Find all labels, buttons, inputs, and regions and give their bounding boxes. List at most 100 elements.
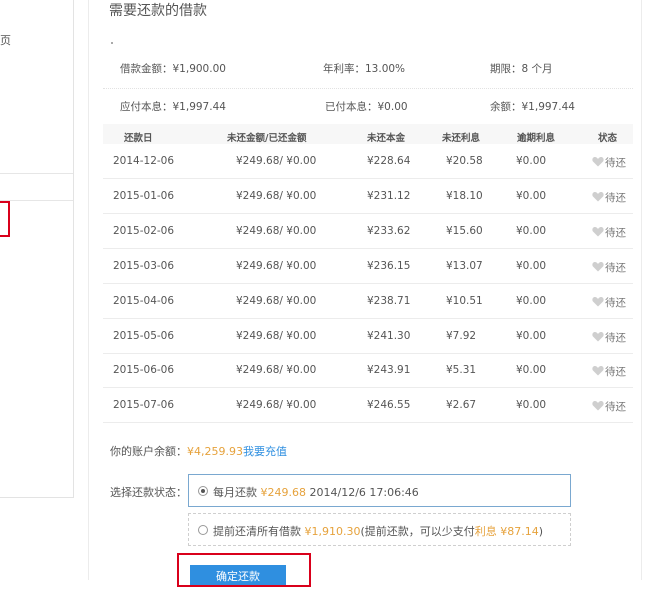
sidebar-divider bbox=[0, 200, 73, 201]
repayment-option-label: 选择还款状态： bbox=[110, 486, 187, 499]
table-cell: ¥231.12 bbox=[367, 189, 411, 202]
status-text: 待还 bbox=[605, 366, 626, 379]
table-cell: ¥249.68/ ¥0.00 bbox=[236, 329, 317, 342]
table-cell: ¥13.07 bbox=[446, 259, 483, 272]
early-repayment-radio[interactable] bbox=[198, 525, 208, 535]
table-cell: ¥0.00 bbox=[516, 189, 547, 202]
table-cell: ¥7.92 bbox=[446, 329, 477, 342]
status-cell: 待还 bbox=[592, 330, 626, 345]
sidebar-divider bbox=[0, 173, 73, 174]
table-cell: ¥10.51 bbox=[446, 294, 483, 307]
table-row: 2015-06-06 ¥249.68/ ¥0.00 ¥243.91 ¥5.31 ¥0.0… bbox=[103, 353, 633, 389]
status-text: 待还 bbox=[605, 157, 626, 169]
status-text: 待还 bbox=[605, 226, 626, 239]
table-cell: ¥0.00 bbox=[516, 155, 547, 167]
table-cell: ¥15.60 bbox=[446, 224, 483, 237]
table-row: 2015-01-06 ¥249.68/ ¥0.00 ¥231.12 ¥18.10 ¥0.… bbox=[103, 179, 633, 214]
table-cell: 2015-02-06 bbox=[113, 224, 175, 237]
table-cell: ¥246.55 bbox=[367, 399, 411, 412]
early-repayment-label: 提前还清所有借款 bbox=[213, 525, 301, 538]
monthly-repayment-label: 每月还款 bbox=[213, 486, 257, 499]
table-cell: ¥233.62 bbox=[367, 224, 411, 237]
table-row: 2015-04-06 ¥249.68/ ¥0.00 ¥238.71 ¥10.51 ¥0.… bbox=[103, 284, 633, 319]
heart-icon bbox=[592, 157, 604, 167]
table-cell: ¥249.68/ ¥0.00 bbox=[236, 259, 317, 272]
confirm-repayment-button[interactable]: 确定还款 bbox=[190, 565, 286, 585]
table-cell: ¥5.31 bbox=[446, 364, 477, 377]
table-cell: 2015-07-06 bbox=[113, 399, 175, 412]
heart-icon bbox=[592, 226, 604, 237]
column-header-unpaid-principal: 未还本金 bbox=[367, 133, 406, 144]
heart-icon bbox=[592, 366, 604, 376]
table-row: 2015-07-06 ¥249.68/ ¥0.00 ¥246.55 ¥2.67 ¥0.0… bbox=[103, 388, 633, 424]
table-cell: ¥18.10 bbox=[446, 189, 483, 202]
remaining-balance: 余额：¥1,997.44 bbox=[490, 101, 575, 113]
table-cell: ¥241.30 bbox=[367, 329, 411, 342]
table-row: 2015-02-06 ¥249.68/ ¥0.00 ¥233.62 ¥15.60 ¥0.… bbox=[103, 214, 633, 249]
sidebar-item-home[interactable]: 页 bbox=[0, 32, 11, 48]
column-header-due-date: 还款日 bbox=[124, 133, 153, 144]
table-cell: ¥0.00 bbox=[516, 294, 547, 307]
status-cell: 待还 bbox=[592, 155, 626, 170]
monthly-repayment-datetime: 2014/12/6 17:06:46 bbox=[309, 486, 419, 499]
annual-rate: 年利率：13.00% bbox=[323, 63, 406, 75]
status-text: 待还 bbox=[605, 296, 626, 309]
table-row: 2015-05-06 ¥249.68/ ¥0.00 ¥241.30 ¥7.92 ¥0.0… bbox=[103, 319, 633, 354]
monthly-repayment-text: 每月还款 ¥249.68 2014/12/6 17:06:46 bbox=[213, 484, 419, 500]
monthly-repayment-option[interactable]: 每月还款 ¥249.68 2014/12/6 17:06:46 bbox=[188, 474, 571, 507]
heart-icon bbox=[592, 331, 604, 341]
table-cell: 2015-06-06 bbox=[113, 364, 175, 377]
table-cell: ¥0.00 bbox=[516, 329, 547, 342]
status-cell: 待还 bbox=[592, 225, 626, 240]
status-cell: 待还 bbox=[592, 364, 626, 379]
table-cell: ¥243.91 bbox=[367, 364, 411, 377]
monthly-repayment-amount: ¥249.68 bbox=[260, 486, 307, 499]
table-cell: ¥2.67 bbox=[446, 399, 477, 412]
status-cell: 待还 bbox=[592, 295, 626, 310]
table-cell: ¥249.68/ ¥0.00 bbox=[236, 189, 317, 202]
principal-interest-due: 应付本息：¥1,997.44 bbox=[120, 101, 226, 113]
column-header-overdue-interest: 逾期利息 bbox=[517, 133, 556, 144]
sidebar: 页 bbox=[0, 0, 74, 498]
table-cell: 2015-05-06 bbox=[113, 329, 175, 342]
paid-principal-interest: 已付本息：¥0.00 bbox=[325, 101, 408, 113]
table-cell: ¥249.68/ ¥0.00 bbox=[236, 155, 317, 167]
table-cell: ¥238.71 bbox=[367, 294, 411, 307]
table-cell: ¥249.68/ ¥0.00 bbox=[236, 364, 317, 377]
early-repayment-interest-amount: ¥87.14 bbox=[500, 525, 539, 538]
table-row: 2014-12-06 ¥249.68/ ¥0.00 ¥228.64 ¥20.58 ¥0.… bbox=[103, 144, 633, 179]
decorative-dot bbox=[111, 42, 113, 44]
status-text: 待还 bbox=[605, 191, 626, 204]
early-repayment-amount: ¥1,910.30 bbox=[304, 525, 361, 538]
table-cell: 2014-12-06 bbox=[113, 155, 175, 167]
table-cell: ¥249.68/ ¥0.00 bbox=[236, 294, 317, 307]
heart-icon bbox=[592, 401, 604, 411]
heart-icon bbox=[592, 296, 604, 307]
column-header-status: 状态 bbox=[598, 133, 618, 144]
early-repayment-option[interactable]: 提前还清所有借款 ¥1,910.30(提前还款，可以少支付利息 ¥87.14) bbox=[188, 513, 571, 546]
early-repayment-note: (提前还款，可以少支付 bbox=[360, 525, 475, 538]
early-repayment-text: 提前还清所有借款 ¥1,910.30(提前还款，可以少支付利息 ¥87.14) bbox=[213, 523, 543, 539]
page-title: 需要还款的借款 bbox=[109, 3, 207, 19]
table-cell: ¥0.00 bbox=[516, 364, 547, 377]
summary-divider bbox=[103, 88, 633, 89]
table-cell: ¥228.64 bbox=[367, 155, 411, 167]
monthly-repayment-radio[interactable] bbox=[198, 486, 208, 496]
loan-amount: 借款金额：¥1,900.00 bbox=[120, 63, 226, 75]
balance-value: ¥4,259.93 bbox=[187, 445, 243, 458]
table-cell: ¥0.00 bbox=[516, 259, 547, 272]
account-balance: 你的账户余额：¥4,259.93我要充值 bbox=[110, 443, 287, 459]
early-repayment-interest-word: 利息 bbox=[474, 525, 497, 538]
status-cell: 待还 bbox=[592, 260, 626, 275]
early-repayment-note-close: ) bbox=[538, 525, 544, 538]
table-cell: 2015-01-06 bbox=[113, 189, 175, 202]
heart-icon bbox=[592, 261, 604, 272]
status-text: 待还 bbox=[605, 331, 626, 344]
balance-label: 你的账户余额： bbox=[110, 445, 187, 458]
sidebar-selection-highlight bbox=[0, 201, 10, 237]
status-cell: 待还 bbox=[592, 190, 626, 205]
status-cell: 待还 bbox=[592, 399, 626, 414]
table-cell: ¥249.68/ ¥0.00 bbox=[236, 399, 317, 412]
table-cell: 2015-04-06 bbox=[113, 294, 175, 307]
recharge-link[interactable]: 我要充值 bbox=[243, 445, 287, 458]
